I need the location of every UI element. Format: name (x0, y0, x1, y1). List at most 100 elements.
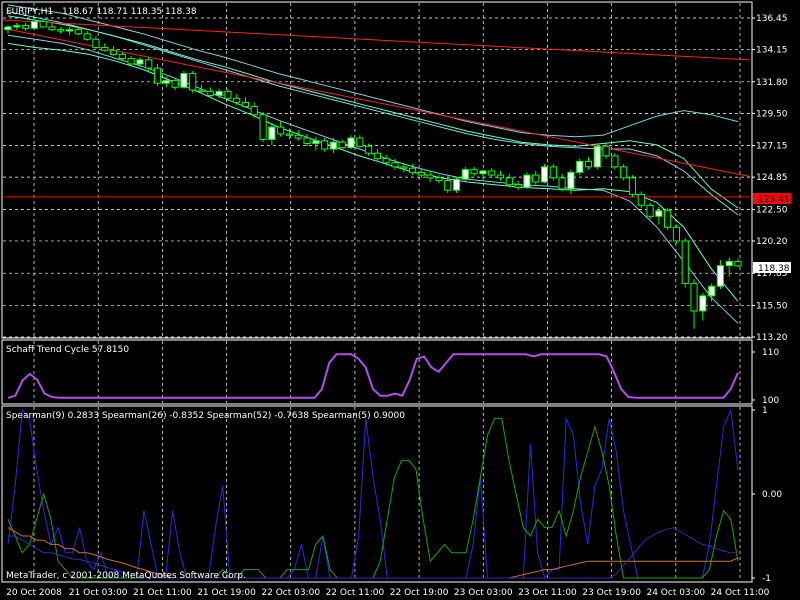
candle-body (628, 177, 637, 195)
level-tag-text: 123.41 (758, 195, 790, 205)
candle-body (708, 285, 716, 297)
candle-body (277, 126, 285, 135)
price-tick-label: 124.85 (756, 173, 788, 183)
candle-body (576, 160, 584, 173)
candle-body (180, 73, 188, 88)
candle-body (22, 25, 30, 29)
price-tick-label: 134.15 (756, 46, 788, 56)
price-tick-label: 122.50 (756, 205, 788, 215)
candle-body (461, 169, 469, 180)
time-tick-label: 24 Oct 11:00 (711, 588, 770, 598)
candle-body (338, 141, 346, 149)
chart-canvas: 136.45 134.15 131.80 129.50 127.15 124.85 122.… (1, 1, 791, 598)
candle-body (716, 265, 724, 287)
candle-body (206, 90, 214, 97)
candle-body (294, 134, 302, 139)
candle-body (681, 240, 689, 284)
candle-body (611, 155, 619, 168)
symbol-label: EURJPY,H1 (6, 7, 53, 17)
candle-body (699, 295, 707, 312)
candle-body (540, 166, 549, 183)
candle-body (672, 226, 681, 242)
time-tick-label: 22 Oct 19:00 (390, 588, 449, 598)
candle-body (65, 29, 74, 32)
candle-body (74, 29, 82, 35)
candle-body (57, 29, 65, 32)
candle-body (409, 167, 417, 173)
stc-tick-label: 100 (762, 396, 779, 406)
time-tick-label: 24 Oct 03:00 (646, 588, 705, 598)
candle-body (655, 210, 663, 217)
candle-body (13, 25, 21, 28)
candle-body (488, 170, 496, 176)
candle-body (365, 145, 373, 154)
candle-body (725, 261, 733, 267)
candle-body (48, 26, 56, 31)
candle-body (549, 166, 557, 179)
candle-body (268, 126, 276, 140)
price-tick-label: 127.15 (756, 142, 788, 152)
candle-body (734, 261, 742, 267)
spearman-tick-label: 1 (762, 406, 768, 416)
candle-body (224, 90, 232, 99)
candlesticks (4, 18, 742, 329)
time-tick-label: 22 Oct 03:00 (261, 588, 320, 598)
upper-band-outer (7, 4, 739, 138)
candle-body (83, 33, 91, 40)
price-tag-text: 118.38 (758, 264, 790, 274)
time-tick-label: 22 Oct 11:00 (326, 588, 385, 598)
candle-body (30, 20, 38, 29)
candle-body (285, 133, 294, 136)
candle-body (39, 20, 47, 28)
candle-body (514, 184, 522, 188)
candle-body (101, 46, 109, 51)
stc-label: Schaff Trend Cycle 57.8150 (6, 345, 129, 355)
spearman-label: Spearman(9) 0.2833 Spearman(26) -0.8352 … (6, 411, 405, 421)
candle-body (347, 137, 355, 149)
time-tick-label: 23 Oct 11:00 (518, 588, 577, 598)
copyright-footer: MetaTrader, c 2001-2008 MetaQuotes Softw… (6, 571, 246, 581)
candle-body (250, 105, 258, 116)
price-tick-label: 115.50 (756, 301, 788, 311)
time-tick-label: 23 Oct 19:00 (582, 588, 641, 598)
candle-body (321, 140, 329, 150)
candle-body (496, 174, 505, 179)
candle-body (444, 180, 452, 191)
candle-body (162, 79, 170, 84)
candle-body (593, 145, 601, 168)
candle-body (215, 90, 223, 97)
candle-body (602, 145, 610, 157)
candle-body (373, 152, 381, 160)
stc-line (7, 353, 739, 399)
candle-body (189, 73, 197, 91)
candle-body (417, 171, 425, 176)
price-tick-label: 136.45 (756, 14, 788, 24)
time-tick-label: 20 Oct 2008 (6, 588, 62, 598)
spearman-series-1 (7, 408, 739, 580)
candle-body (523, 174, 531, 188)
candle-body (479, 170, 487, 175)
candle-body (567, 171, 575, 190)
candle-body (356, 137, 364, 147)
candle-body (382, 158, 390, 164)
candle-body (452, 178, 461, 191)
price-tick-label: 120.20 (756, 237, 788, 247)
candle-body (664, 210, 672, 228)
candle-body (400, 166, 408, 169)
time-tick-label: 21 Oct 19:00 (197, 588, 256, 598)
time-tick-label: 21 Oct 03:00 (69, 588, 128, 598)
candle-body (329, 141, 338, 150)
candle-body (92, 38, 100, 48)
candle-body (690, 282, 698, 312)
candle-body (4, 26, 12, 31)
spearman-tick-label: -1 (762, 574, 771, 584)
candle-body (584, 160, 593, 168)
candle-body (558, 177, 566, 190)
candle-body (197, 89, 206, 92)
candle-body (532, 174, 540, 183)
spearman-pane-frame (1, 405, 753, 583)
spearman-tick-label: 0.00 (762, 490, 782, 500)
candle-body (637, 193, 645, 206)
candle-body (118, 53, 126, 59)
candle-body (259, 114, 267, 140)
